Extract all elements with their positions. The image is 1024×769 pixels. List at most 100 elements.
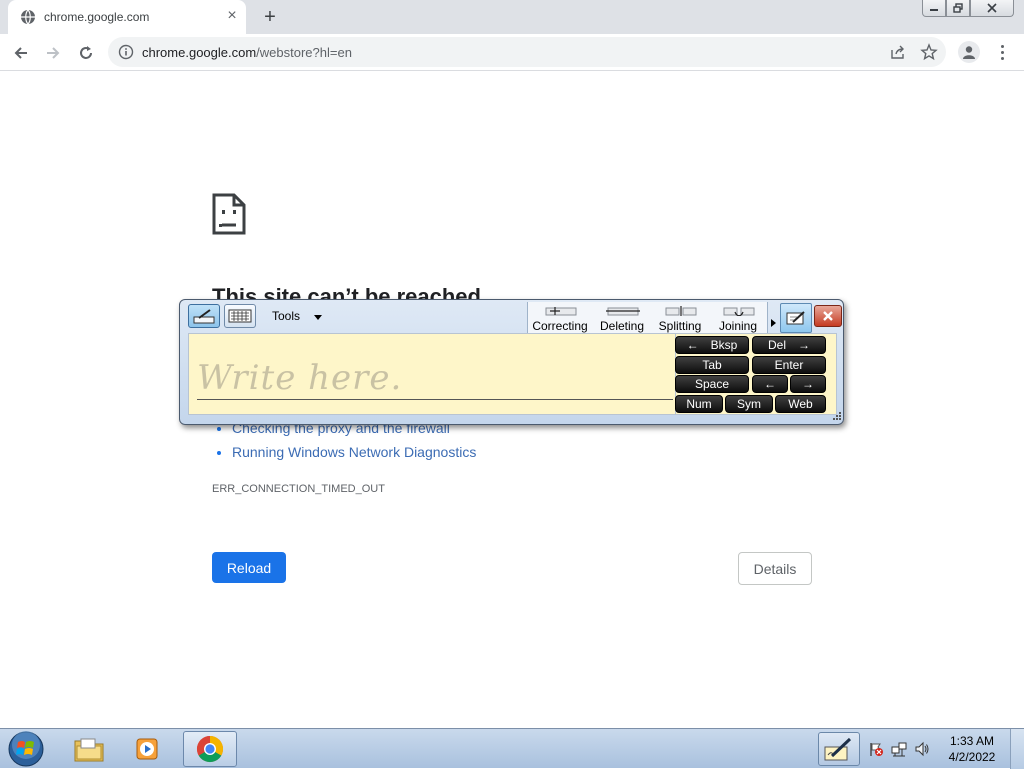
key-label: Tab bbox=[702, 358, 722, 372]
tab-active[interactable]: chrome.google.com × bbox=[8, 0, 246, 34]
gesture-label: Deleting bbox=[599, 319, 645, 333]
tab-key[interactable]: Tab bbox=[675, 356, 749, 374]
key-label: Bksp bbox=[710, 338, 738, 352]
chrome-icon bbox=[196, 735, 224, 763]
tab-strip: chrome.google.com × + bbox=[0, 0, 1024, 34]
help-button[interactable] bbox=[780, 303, 812, 333]
input-panel-toolbar: Tools Correcting Deleting Splitting Join… bbox=[186, 302, 842, 335]
right-arrow-key[interactable]: → bbox=[790, 375, 826, 393]
minimize-icon bbox=[930, 9, 938, 11]
share-icon[interactable] bbox=[890, 44, 906, 60]
more-gestures-icon[interactable] bbox=[771, 319, 776, 327]
arrow-right-icon bbox=[47, 47, 60, 59]
sad-page-icon bbox=[212, 193, 246, 235]
num-key[interactable]: Num bbox=[675, 395, 723, 413]
joining-icon bbox=[723, 307, 755, 316]
tablet-input-panel: Tools Correcting Deleting Splitting Join… bbox=[179, 299, 844, 425]
system-clock[interactable]: 1:33 AM 4/2/2022 bbox=[942, 733, 1002, 765]
chevron-down-icon[interactable] bbox=[314, 315, 322, 320]
forward-button[interactable] bbox=[42, 42, 64, 64]
windows-logo-icon bbox=[8, 731, 44, 767]
profile-button[interactable] bbox=[958, 41, 980, 63]
backspace-key[interactable]: ← Bksp bbox=[675, 336, 749, 354]
keyboard-icon bbox=[228, 309, 252, 323]
gesture-splitting[interactable]: Splitting bbox=[650, 302, 710, 335]
delete-key[interactable]: Del → bbox=[752, 336, 826, 354]
taskbar: 1:33 AM 4/2/2022 bbox=[0, 728, 1024, 769]
show-desktop-button[interactable] bbox=[1010, 729, 1024, 769]
taskbar-media-player[interactable] bbox=[121, 731, 175, 767]
arrow-right-icon: → bbox=[798, 338, 810, 352]
gesture-deleting[interactable]: Deleting bbox=[592, 302, 652, 335]
pen-tablet-icon bbox=[824, 737, 852, 761]
gesture-label: Joining bbox=[718, 319, 758, 333]
reload-button[interactable]: Reload bbox=[212, 552, 286, 583]
key-label: Sym bbox=[737, 397, 761, 411]
new-tab-button[interactable]: + bbox=[259, 6, 281, 28]
key-label: Space bbox=[694, 377, 730, 391]
arrow-right-icon: → bbox=[802, 377, 814, 391]
arrow-left-icon: ← bbox=[686, 338, 699, 352]
space-key[interactable]: Space bbox=[675, 375, 749, 393]
tab-title: chrome.google.com bbox=[44, 10, 150, 24]
error-code: ERR_CONNECTION_TIMED_OUT bbox=[212, 483, 385, 495]
media-player-icon bbox=[136, 738, 158, 760]
writing-area[interactable]: Write here. bbox=[188, 333, 676, 415]
more-menu-icon[interactable] bbox=[992, 41, 1012, 63]
arrow-left-icon bbox=[14, 47, 27, 59]
address-bar[interactable]: chrome.google.com/webstore?hl=en bbox=[108, 37, 946, 67]
restore-button[interactable] bbox=[946, 0, 970, 17]
details-button[interactable]: Details bbox=[738, 552, 812, 585]
writing-pad-button[interactable] bbox=[188, 304, 220, 328]
deleting-icon bbox=[606, 307, 640, 316]
left-arrow-key[interactable]: ← bbox=[752, 375, 788, 393]
folder-icon bbox=[74, 738, 104, 762]
writing-pad-icon bbox=[193, 309, 215, 324]
info-icon[interactable] bbox=[118, 44, 134, 60]
splitting-icon bbox=[665, 306, 697, 316]
url-text[interactable]: chrome.google.com/webstore?hl=en bbox=[142, 45, 352, 60]
key-label: Del bbox=[767, 338, 786, 352]
correcting-icon bbox=[545, 307, 577, 316]
writing-placeholder: Write here. bbox=[197, 358, 403, 398]
window-controls bbox=[922, 0, 1014, 18]
gesture-bar: Correcting Deleting Splitting Joining bbox=[527, 302, 768, 335]
star-icon[interactable] bbox=[920, 43, 938, 61]
suggestion-diagnostics-link[interactable]: Running Windows Network Diagnostics bbox=[232, 444, 476, 460]
gesture-correcting[interactable]: Correcting bbox=[530, 302, 590, 335]
url-path: /webstore?hl=en bbox=[256, 45, 352, 60]
minimize-button[interactable] bbox=[922, 0, 946, 17]
action-center-flag-icon[interactable] bbox=[868, 741, 884, 757]
tools-menu[interactable]: Tools bbox=[272, 309, 300, 323]
network-icon[interactable] bbox=[891, 741, 907, 757]
writing-baseline bbox=[197, 399, 673, 400]
refresh-button[interactable] bbox=[75, 42, 97, 64]
keyboard-button[interactable] bbox=[224, 304, 256, 328]
input-panel-close-button[interactable] bbox=[814, 305, 842, 327]
volume-icon[interactable] bbox=[914, 741, 930, 757]
key-label: Num bbox=[686, 397, 712, 411]
web-key[interactable]: Web bbox=[775, 395, 826, 413]
tab-close-icon[interactable]: × bbox=[224, 8, 240, 24]
refresh-icon bbox=[80, 46, 92, 59]
key-pad: ← Bksp Del → Tab Enter Space ← → Num Sym W… bbox=[675, 333, 837, 415]
taskbar-explorer[interactable] bbox=[62, 731, 116, 767]
input-panel-tray-button[interactable] bbox=[818, 732, 860, 766]
key-label: Web bbox=[788, 397, 813, 411]
list-item[interactable]: Running Windows Network Diagnostics bbox=[232, 440, 476, 464]
gesture-label: Splitting bbox=[658, 319, 702, 333]
taskbar-chrome[interactable] bbox=[183, 731, 237, 767]
resize-grip-icon[interactable] bbox=[832, 411, 842, 421]
clock-time: 1:33 AM bbox=[949, 734, 995, 748]
arrow-left-icon: ← bbox=[764, 377, 776, 391]
close-icon bbox=[987, 3, 997, 13]
start-button[interactable] bbox=[6, 731, 46, 767]
url-host: chrome.google.com bbox=[142, 45, 257, 60]
globe-icon bbox=[21, 9, 35, 25]
sym-key[interactable]: Sym bbox=[725, 395, 773, 413]
restore-icon bbox=[953, 3, 963, 13]
back-button[interactable] bbox=[10, 42, 32, 64]
gesture-joining[interactable]: Joining bbox=[708, 302, 768, 335]
window-close-button[interactable] bbox=[970, 0, 1014, 17]
enter-key[interactable]: Enter bbox=[752, 356, 826, 374]
